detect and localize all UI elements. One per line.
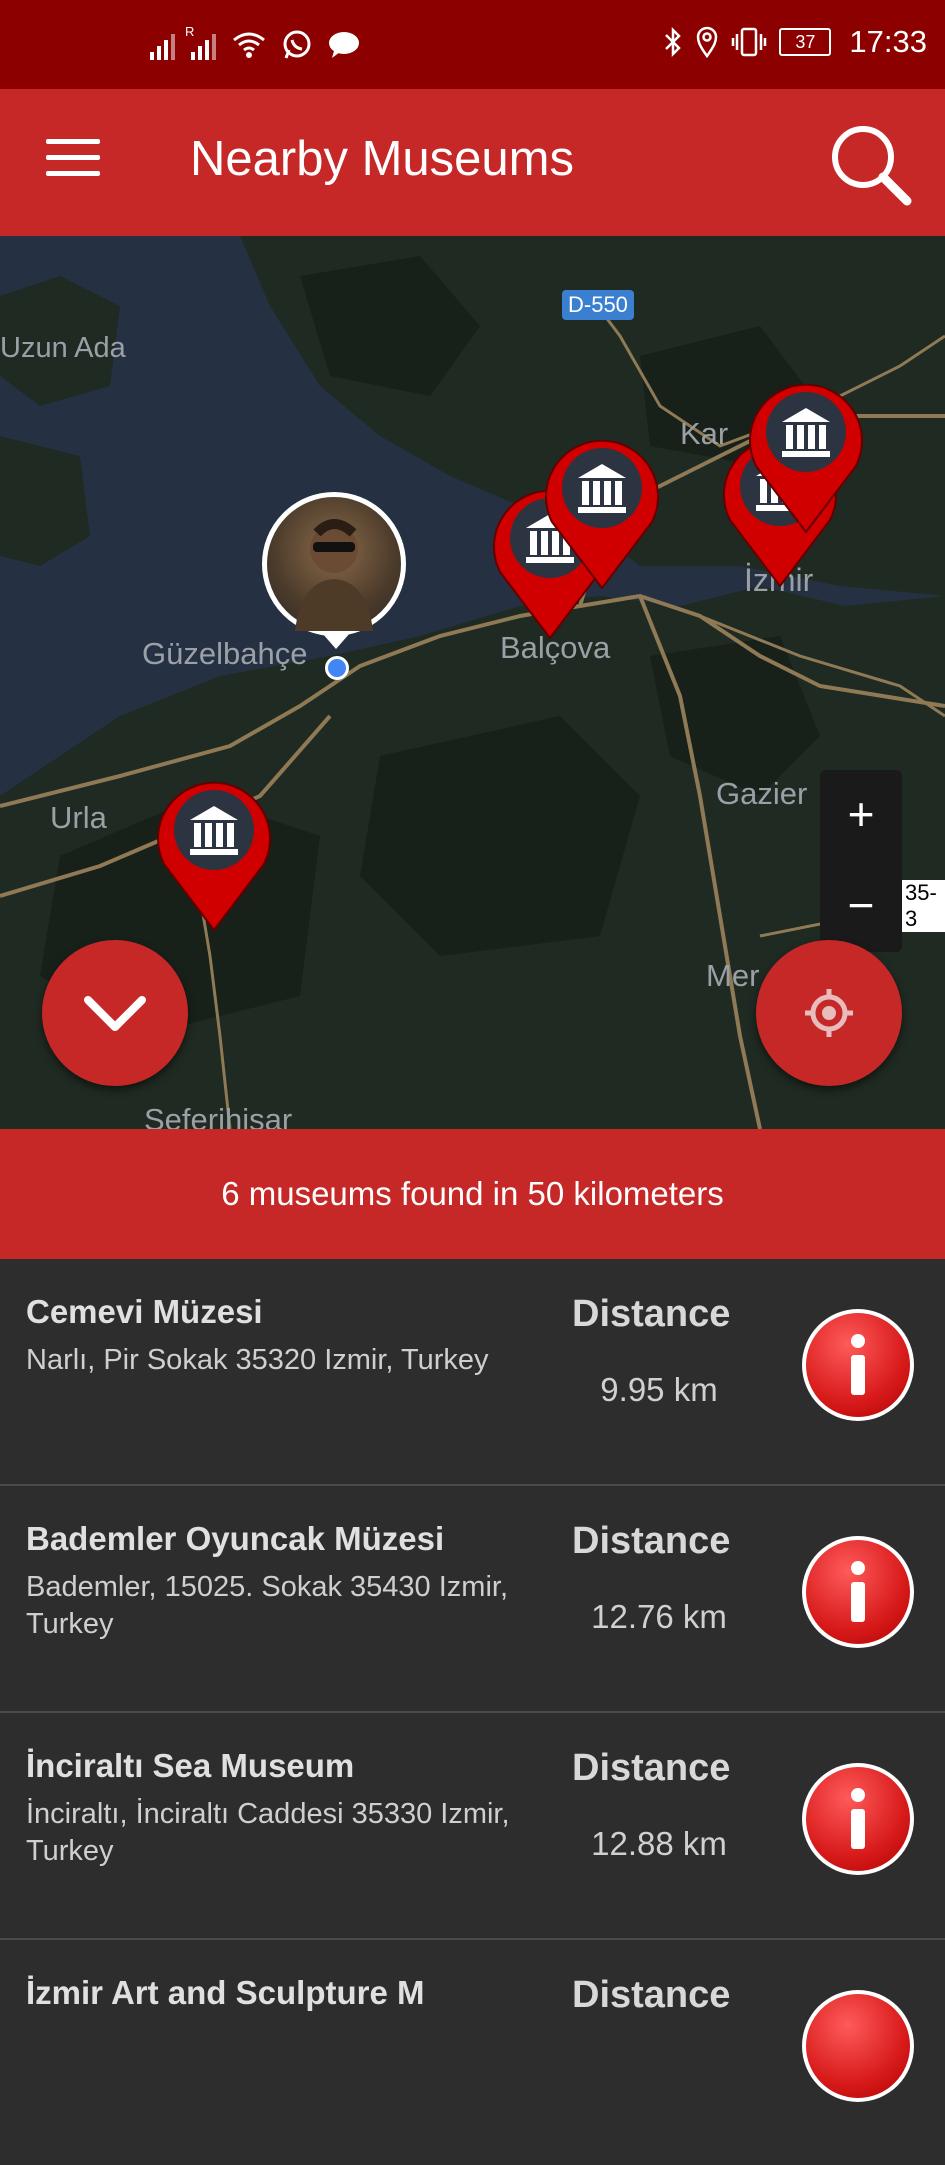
collapse-map-button[interactable]	[42, 940, 188, 1086]
museum-address: İnciraltı, İnciraltı Caddesi 35330 Izmir…	[26, 1798, 510, 1867]
info-button[interactable]	[802, 1763, 914, 1875]
chevron-down-icon	[84, 996, 146, 1031]
message-icon	[329, 32, 359, 58]
museum-name: İnciraltı Sea Museum	[26, 1747, 355, 1784]
distance-label: Distance	[572, 1520, 731, 1562]
info-button[interactable]	[802, 1990, 914, 2102]
zoom-controls: + −	[820, 770, 902, 952]
museum-name: İzmir Art and Sculpture M	[26, 1974, 425, 2011]
list-item[interactable]: Bademler Oyuncak Müzesi Bademler, 15025.…	[0, 1486, 945, 1713]
museum-pin[interactable]	[150, 768, 278, 934]
museum-list: Cemevi Müzesi Narlı, Pir Sokak 35320 Izm…	[0, 1259, 945, 2165]
list-item[interactable]: Cemevi Müzesi Narlı, Pir Sokak 35320 Izm…	[0, 1259, 945, 1486]
my-location-button[interactable]	[756, 940, 902, 1086]
distance-label: Distance	[572, 1974, 731, 2016]
road-badge-o35: 35-3	[902, 880, 945, 932]
app-bar: Nearby Museums	[0, 89, 945, 236]
page-title: Nearby Museums	[190, 132, 574, 186]
distance-label: Distance	[572, 1747, 731, 1789]
menu-icon[interactable]	[46, 139, 100, 179]
bluetooth-icon	[665, 26, 682, 58]
wifi-icon	[233, 32, 265, 58]
results-banner: 6 museums found in 50 kilometers	[0, 1129, 945, 1259]
roaming-indicator: R	[185, 24, 195, 39]
museum-name: Bademler Oyuncak Müzesi	[26, 1520, 445, 1557]
info-icon	[806, 1540, 910, 1644]
battery-icon: 37	[779, 28, 832, 56]
list-item[interactable]: İzmir Art and Sculpture M Distance	[0, 1940, 945, 2165]
battery-level: 37	[795, 32, 816, 52]
status-bar: R 37 17:33	[0, 0, 945, 89]
museum-pin[interactable]	[742, 370, 870, 536]
map-label-menderes: Mer	[706, 958, 760, 993]
list-item[interactable]: İnciraltı Sea Museum İnciraltı, İnciralt…	[0, 1713, 945, 1940]
museum-pin[interactable]	[538, 426, 666, 592]
status-left-icons: R	[150, 24, 360, 60]
person-icon	[295, 519, 373, 631]
map-label-urla: Urla	[50, 800, 107, 835]
distance-value: 12.88 km	[591, 1825, 727, 1862]
signal-icon	[150, 30, 175, 60]
info-icon	[806, 1313, 910, 1417]
search-icon[interactable]	[825, 119, 915, 209]
info-icon	[806, 1767, 910, 1871]
map-label-gaziemir: Gazier	[716, 776, 808, 811]
zoom-out-button[interactable]: −	[820, 861, 902, 952]
distance-value: 12.76 km	[591, 1598, 727, 1635]
distance-label: Distance	[572, 1293, 731, 1335]
distance-value: 9.95 km	[600, 1371, 718, 1408]
whatsapp-icon	[283, 30, 311, 59]
status-time: 17:33	[849, 24, 927, 59]
user-avatar[interactable]	[262, 492, 406, 636]
museum-address: Narlı, Pir Sokak 35320 Izmir, Turkey	[26, 1344, 489, 1376]
crosshair-icon	[805, 989, 853, 1037]
location-icon	[697, 26, 718, 58]
map-label-guzelbahce: Güzelbahçe	[142, 636, 308, 671]
info-button[interactable]	[802, 1536, 914, 1648]
road-badge-d550: D-550	[562, 290, 634, 320]
zoom-in-button[interactable]: +	[820, 770, 902, 861]
museum-name: Cemevi Müzesi	[26, 1293, 263, 1330]
map-label-uzun-ada: Uzun Ada	[0, 332, 126, 364]
map-view[interactable]: D-550 Uzun Ada Güzelbahçe Balçova İzmir …	[0, 236, 945, 1129]
vibrate-icon	[732, 27, 767, 57]
avatar-pointer	[322, 633, 350, 649]
current-location-dot	[325, 656, 349, 680]
museum-address: Bademler, 15025. Sokak 35430 Izmir, Turk…	[26, 1571, 509, 1640]
status-right-icons: 37 17:33	[663, 24, 927, 60]
map-label-seferihisar: Seferihisar	[144, 1102, 293, 1129]
info-icon	[806, 1994, 910, 2098]
signal-roaming-icon: R	[185, 24, 216, 60]
info-button[interactable]	[802, 1309, 914, 1421]
